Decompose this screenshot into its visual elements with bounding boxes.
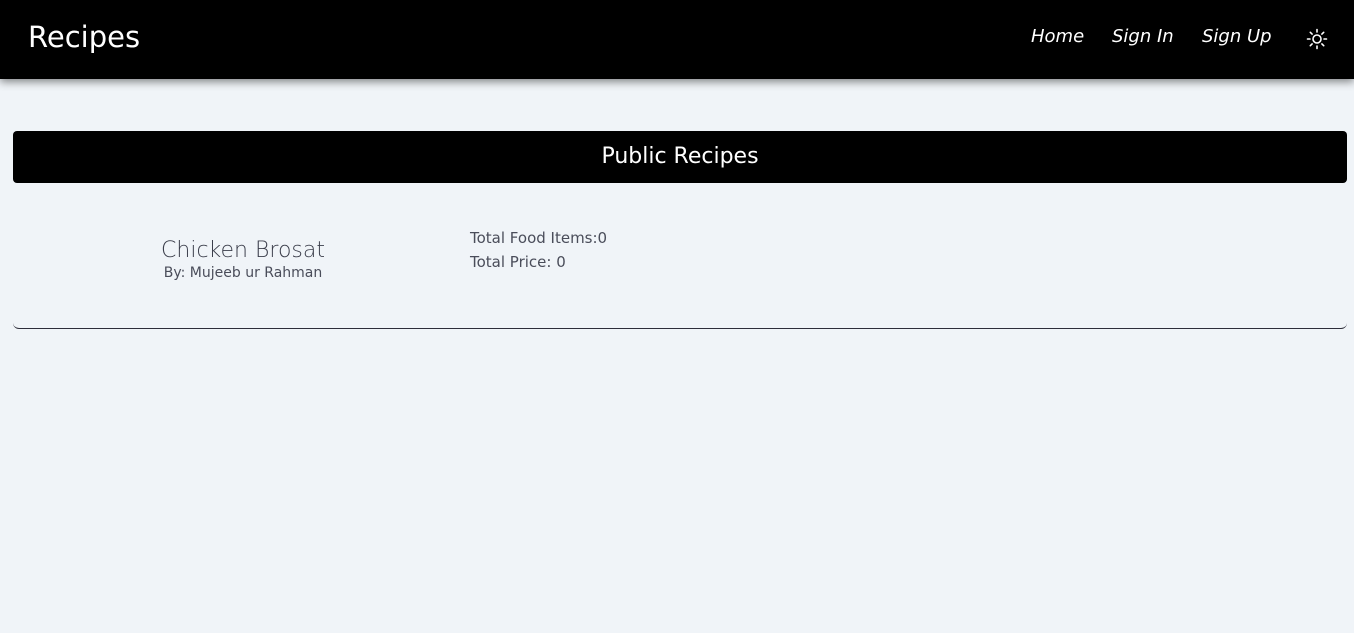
brand-logo[interactable]: Recipes [28, 18, 140, 56]
recipe-total-price: Total Price: 0 [470, 253, 566, 271]
recipe-author: By: Mujeeb ur Rahman [163, 265, 323, 281]
recipe-name: Chicken Brosat [161, 238, 325, 263]
nav-sign-in-link[interactable]: Sign In [1112, 24, 1174, 50]
nav-home-link[interactable]: Home [1031, 24, 1084, 50]
public-recipes-header: Public Recipes [13, 131, 1347, 183]
top-navbar: Recipes Home Sign In Sign Up [0, 0, 1354, 79]
page-title: Public Recipes [601, 144, 759, 169]
nav-sign-up-link[interactable]: Sign Up [1202, 24, 1272, 50]
recipe-total-food-items: Total Food Items:0 [470, 229, 608, 247]
recipe-card[interactable]: Chicken Brosat By: Mujeeb ur Rahman Tota… [13, 200, 1347, 329]
sun-icon[interactable] [1305, 27, 1329, 51]
